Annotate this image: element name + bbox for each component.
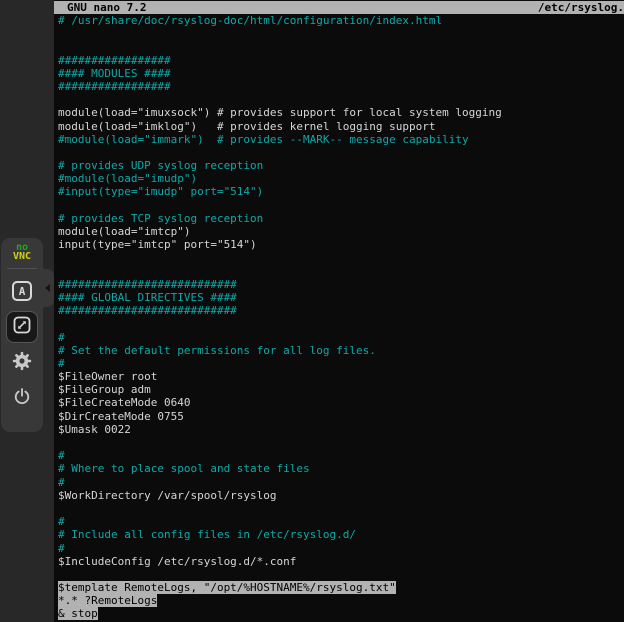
terminal-line: #input(type="imudp" port="514") [58, 185, 624, 198]
terminal-line [58, 251, 624, 264]
power-button[interactable] [7, 384, 37, 414]
terminal-line: # /usr/share/doc/rsyslog-doc/html/config… [58, 14, 624, 27]
terminal-line: $FileCreateMode 0640 [58, 396, 624, 409]
terminal-line [58, 317, 624, 330]
terminal-line: ########################### [58, 278, 624, 291]
terminal-line: # Set the default permissions for all lo… [58, 344, 624, 357]
terminal-line: module(load="imuxsock") # provides suppo… [58, 106, 624, 119]
terminal-line [58, 146, 624, 159]
terminal-line: $IncludeConfig /etc/rsyslog.d/*.conf [58, 555, 624, 568]
terminal-line [58, 265, 624, 278]
terminal-line: #module(load="immark") # provides --MARK… [58, 133, 624, 146]
terminal-line: #module(load="imudp") [58, 172, 624, 185]
terminal-line [58, 199, 624, 212]
terminal-line: # [58, 542, 624, 555]
terminal-line: # provides TCP syslog reception [58, 212, 624, 225]
terminal-line: # Include all config files in /etc/rsysl… [58, 528, 624, 541]
terminal-line: input(type="imtcp" port="514") [58, 238, 624, 251]
nano-version-label: GNU nano 7.2 [67, 1, 146, 14]
terminal-line: # [58, 357, 624, 370]
novnc-logo: no VNC [13, 243, 31, 261]
terminal-line [58, 93, 624, 106]
terminal-line [58, 436, 624, 449]
terminal-line: ################# [58, 54, 624, 67]
terminal-line: # [58, 331, 624, 344]
terminal-line: $FileOwner root [58, 370, 624, 383]
novnc-logo-vnc: VNC [13, 252, 31, 261]
settings-button[interactable] [7, 348, 37, 378]
terminal-line: $Umask 0022 [58, 423, 624, 436]
terminal-line: # provides UDP syslog reception [58, 159, 624, 172]
expand-icon [13, 316, 31, 338]
nano-edit-area[interactable]: # /usr/share/doc/rsyslog-doc/html/config… [58, 14, 624, 622]
terminal-line: $DirCreateMode 0755 [58, 410, 624, 423]
terminal-line: ################# [58, 80, 624, 93]
novnc-control-bar: no VNC A [1, 238, 43, 432]
terminal-line [58, 568, 624, 581]
fullscreen-button[interactable] [7, 312, 37, 342]
terminal-line: $FileGroup adm [58, 383, 624, 396]
collapse-arrow-icon [45, 284, 50, 292]
a-key-letter: A [19, 285, 26, 298]
terminal-line: & stop [58, 607, 624, 620]
terminal-line: module(load="imtcp") [58, 225, 624, 238]
power-icon [12, 387, 32, 411]
gear-icon [11, 350, 33, 376]
terminal-line [58, 27, 624, 40]
terminal-line: ########################### [58, 304, 624, 317]
panel-divider [7, 268, 37, 269]
terminal-line: #### MODULES #### [58, 67, 624, 80]
terminal-line: # [58, 515, 624, 528]
terminal-line: *.* ?RemoteLogs [58, 594, 624, 607]
nano-filename-label: /etc/rsyslog. [538, 1, 624, 14]
extra-keys-button[interactable]: A [7, 276, 37, 306]
terminal-line: module(load="imklog") # provides kernel … [58, 120, 624, 133]
terminal-line: $template RemoteLogs, "/opt/%HOSTNAME%/r… [58, 581, 624, 594]
terminal-line: $WorkDirectory /var/spool/rsyslog [58, 489, 624, 502]
terminal-line: #### GLOBAL DIRECTIVES #### [58, 291, 624, 304]
a-key-icon: A [12, 281, 32, 301]
nano-titlebar: GNU nano 7.2 /etc/rsyslog. [54, 1, 624, 14]
terminal-line: # [58, 476, 624, 489]
terminal-line [58, 40, 624, 53]
terminal-line: # [58, 449, 624, 462]
terminal-line: # Where to place spool and state files [58, 462, 624, 475]
terminal-window[interactable]: GNU nano 7.2 /etc/rsyslog. # /usr/share/… [54, 0, 624, 622]
terminal-line [58, 502, 624, 515]
